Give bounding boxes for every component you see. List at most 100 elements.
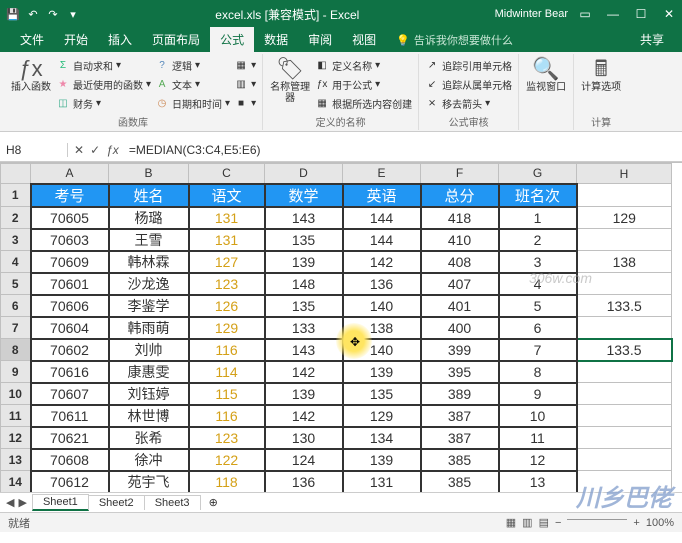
- cell[interactable]: 70611: [31, 405, 109, 427]
- cell[interactable]: 林世博: [109, 405, 189, 427]
- cell[interactable]: 143: [265, 339, 343, 361]
- row-header[interactable]: 1: [1, 184, 31, 207]
- row-header[interactable]: 13: [1, 449, 31, 471]
- tab-layout[interactable]: 页面布局: [142, 27, 210, 52]
- cell[interactable]: 70604: [31, 317, 109, 339]
- cell[interactable]: 12: [499, 449, 577, 471]
- ribbon-options-icon[interactable]: ▭: [578, 7, 592, 21]
- cell[interactable]: 姓名: [109, 184, 189, 207]
- cell[interactable]: 142: [343, 251, 421, 273]
- cell[interactable]: 7: [499, 339, 577, 361]
- cell[interactable]: 刘帅: [109, 339, 189, 361]
- cell[interactable]: 418: [421, 207, 499, 229]
- cell[interactable]: 1: [499, 207, 577, 229]
- lookup-button[interactable]: ▦▾: [234, 56, 256, 74]
- zoom-level[interactable]: 100%: [646, 517, 674, 529]
- cell[interactable]: 10: [499, 405, 577, 427]
- cell[interactable]: 115: [189, 383, 265, 405]
- row-header[interactable]: 10: [1, 383, 31, 405]
- remove-arrows-button[interactable]: ⨯移去箭头 ▾: [425, 94, 512, 112]
- logical-button[interactable]: ?逻辑 ▾: [155, 56, 230, 74]
- cell[interactable]: 总分: [421, 184, 499, 207]
- close-icon[interactable]: ✕: [662, 7, 676, 21]
- cell[interactable]: 70606: [31, 295, 109, 317]
- cell[interactable]: 70603: [31, 229, 109, 251]
- cell[interactable]: 康惠雯: [109, 361, 189, 383]
- cell[interactable]: 139: [343, 361, 421, 383]
- cell[interactable]: 129: [343, 405, 421, 427]
- fx-confirm-icon[interactable]: ✓: [90, 143, 100, 157]
- sheet-next-icon[interactable]: ▶: [18, 496, 26, 509]
- cell[interactable]: 129: [577, 207, 672, 229]
- col-header[interactable]: D: [265, 164, 343, 184]
- cell[interactable]: [577, 184, 672, 207]
- cell[interactable]: 139: [265, 251, 343, 273]
- cell[interactable]: 116: [189, 405, 265, 427]
- autosum-button[interactable]: Σ自动求和 ▾: [56, 56, 151, 74]
- cell[interactable]: 134: [343, 427, 421, 449]
- sheet-tab[interactable]: Sheet3: [144, 495, 201, 510]
- cell[interactable]: [577, 273, 672, 295]
- datetime-button[interactable]: ◷日期和时间 ▾: [155, 94, 230, 112]
- minimize-icon[interactable]: —: [606, 7, 620, 21]
- view-break-icon[interactable]: ▤: [539, 516, 549, 529]
- cell[interactable]: 118: [189, 471, 265, 493]
- cell[interactable]: 9: [499, 383, 577, 405]
- add-sheet-button[interactable]: ⊕: [201, 496, 226, 509]
- cell[interactable]: 138: [343, 317, 421, 339]
- cell[interactable]: [577, 229, 672, 251]
- cell[interactable]: 班名次: [499, 184, 577, 207]
- cell[interactable]: [577, 471, 672, 493]
- cell[interactable]: 苑宇飞: [109, 471, 189, 493]
- cell[interactable]: 144: [343, 229, 421, 251]
- col-header[interactable]: H: [577, 164, 672, 184]
- row-header[interactable]: 8: [1, 339, 31, 361]
- cell[interactable]: 129: [189, 317, 265, 339]
- text-button[interactable]: A文本 ▾: [155, 75, 230, 93]
- cell[interactable]: 407: [421, 273, 499, 295]
- sheet-tab[interactable]: Sheet2: [88, 495, 145, 510]
- cell[interactable]: 130: [265, 427, 343, 449]
- cell[interactable]: 142: [265, 361, 343, 383]
- cell[interactable]: 张希: [109, 427, 189, 449]
- user-name[interactable]: Midwinter Bear: [495, 8, 568, 20]
- watch-window-button[interactable]: 🔍监视窗口: [525, 56, 567, 93]
- select-all-corner[interactable]: [1, 164, 31, 184]
- cell[interactable]: 135: [265, 295, 343, 317]
- cell[interactable]: 140: [343, 339, 421, 361]
- cell[interactable]: 徐冲: [109, 449, 189, 471]
- fx-button-icon[interactable]: ƒx: [106, 143, 119, 157]
- cell[interactable]: 136: [343, 273, 421, 295]
- cell[interactable]: [577, 405, 672, 427]
- tab-review[interactable]: 审阅: [298, 27, 342, 52]
- cell[interactable]: 401: [421, 295, 499, 317]
- row-header[interactable]: 9: [1, 361, 31, 383]
- cell[interactable]: 385: [421, 449, 499, 471]
- cell[interactable]: 70609: [31, 251, 109, 273]
- cell[interactable]: 133.5: [577, 339, 672, 361]
- tab-formula[interactable]: 公式: [210, 27, 254, 52]
- cell[interactable]: 5: [499, 295, 577, 317]
- recent-button[interactable]: ★最近使用的函数 ▾: [56, 75, 151, 93]
- cell[interactable]: 11: [499, 427, 577, 449]
- sheet-prev-icon[interactable]: ◀: [6, 496, 14, 509]
- cell[interactable]: 139: [343, 449, 421, 471]
- row-header[interactable]: 4: [1, 251, 31, 273]
- define-name-button[interactable]: ◧定义名称 ▾: [315, 56, 412, 74]
- cell[interactable]: 395: [421, 361, 499, 383]
- cell[interactable]: 385: [421, 471, 499, 493]
- cell[interactable]: [577, 427, 672, 449]
- cell[interactable]: 语文: [189, 184, 265, 207]
- row-header[interactable]: 7: [1, 317, 31, 339]
- cell[interactable]: 3: [499, 251, 577, 273]
- trace-precedents-button[interactable]: ↗追踪引用单元格: [425, 56, 512, 74]
- cell[interactable]: 389: [421, 383, 499, 405]
- maximize-icon[interactable]: ☐: [634, 7, 648, 21]
- col-header[interactable]: E: [343, 164, 421, 184]
- cell[interactable]: 70616: [31, 361, 109, 383]
- cell[interactable]: [577, 361, 672, 383]
- cell[interactable]: 387: [421, 405, 499, 427]
- cell[interactable]: 70605: [31, 207, 109, 229]
- zoom-out-icon[interactable]: −: [555, 517, 561, 529]
- cell[interactable]: 70607: [31, 383, 109, 405]
